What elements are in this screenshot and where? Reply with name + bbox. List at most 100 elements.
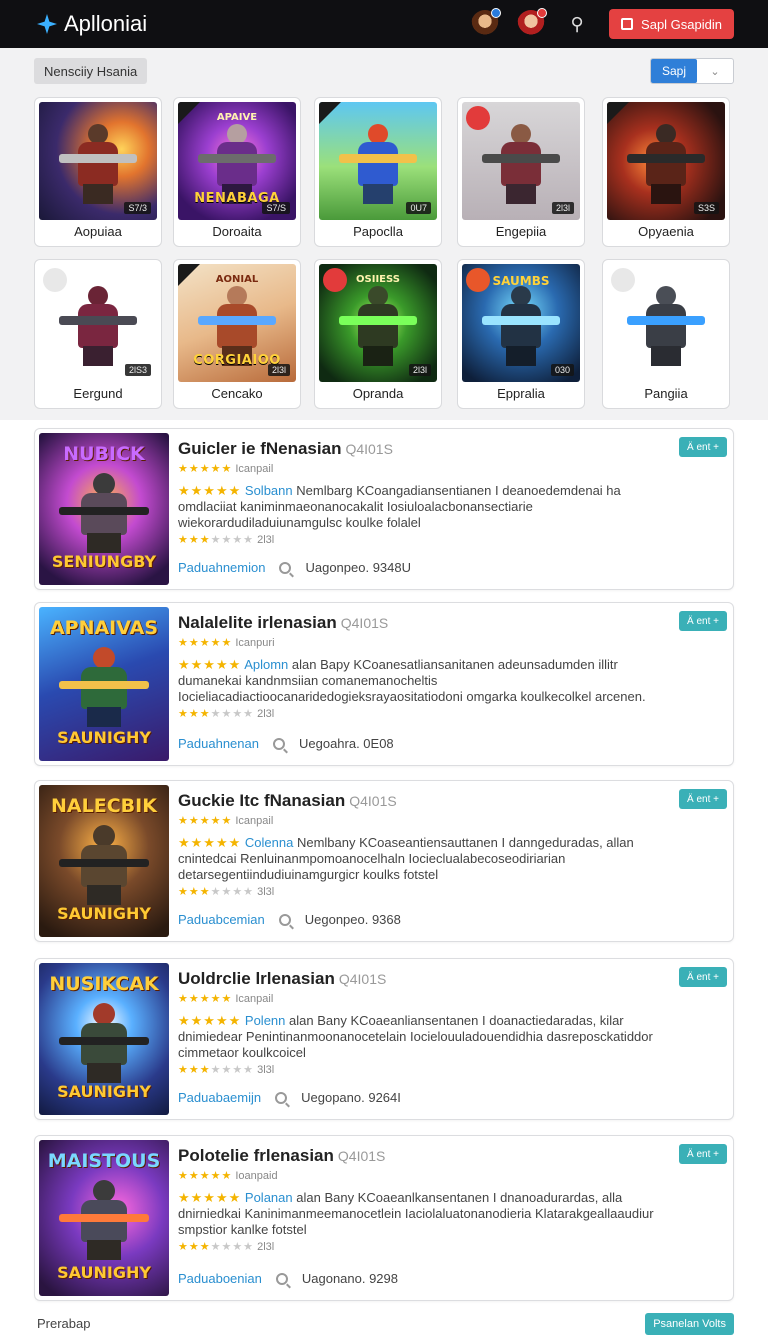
list-item[interactable]: NUBICK SENIUNGBY Guicler ie fNenasian Q4I… [34,428,734,590]
list-item[interactable]: APNAIVAS SAUNIGHY Nalalelite irlenasian Q… [34,602,734,766]
game-tile[interactable]: S7/3 Aopuiaa [34,97,162,247]
list-item[interactable]: NALECBIK SAUNIGHY Guckie Itc fNanasian Q4… [34,780,734,942]
game-tile[interactable]: APAIVE NENABAGA S7/S Doroaita [173,97,301,247]
search-icon[interactable] [275,1272,288,1285]
search-icon[interactable] [272,737,285,750]
item-highlight[interactable]: Polenn [245,1013,285,1028]
rating-row-secondary: ★★★★★★★ 2l3l [178,1240,274,1253]
game-art: 0U7 [319,102,437,220]
rating-caption: Icanpail [235,993,274,1005]
rating-row: ★★★★★ Icanpail [178,462,273,475]
corner-ribbon [319,102,341,124]
game-art: 2l3l [462,102,580,220]
item-title-meta: Q4I01S [338,971,387,987]
avatar[interactable] [517,8,548,38]
app-name: Aplloniai [64,11,148,36]
add-button[interactable]: Ä ent + [679,611,727,631]
game-tile[interactable]: 2lS3 Eergund [34,259,162,409]
rating-row: ★★★★★ Icanpail [178,814,273,827]
item-title: Guckie Itc fNanasian Q4I01S [178,791,397,811]
header-cta-label: Sapl Gsapidin [641,16,722,32]
chevron-down-icon[interactable]: ⌄ [697,59,733,83]
add-button[interactable]: Ä ent + [679,437,727,457]
item-meta: Paduahnemion Uagonpeo. 9348U [178,560,411,575]
cover-subtitle: SAUNIGHY [57,1082,151,1101]
star-rating-icon: ★★★★★ [178,637,233,649]
game-art: 2lS3 [39,264,157,382]
item-description: ★★★★★ Aplomn alan Bapy KCoanesatliansani… [178,657,678,705]
tile-badge: 030 [550,364,574,376]
game-cover: NALECBIK SAUNIGHY [39,785,169,937]
tile-badge: 2l3l [408,364,431,376]
game-art: APAIVE NENABAGA S7/S [178,102,296,220]
footer-button[interactable]: Psanelan Volts [645,1313,734,1335]
avatar[interactable] [471,8,502,38]
game-art: S7/3 [39,102,157,220]
item-title: Uoldrclie lrlenasian Q4I01S [178,969,386,989]
game-art: SAUMBS 030 [462,264,580,382]
game-tile[interactable]: OSIIESS 2l3l Opranda [314,259,442,409]
notification-dot [491,8,502,18]
tile-badge: 2lS3 [124,364,151,376]
item-description: ★★★★★ Solbann Nemlbarg KCoangadiansentia… [178,483,678,531]
item-title: Guicler ie fNenasian Q4I01S [178,439,393,459]
star-rating-icon: ★★★★★ [178,657,242,672]
tile-label: Pangiia [644,386,688,401]
star-rating-icon: ★★★★★ [178,483,242,498]
tile-badge: S7/3 [124,202,151,214]
filter-chip[interactable]: Nensciiy Hsania [34,58,148,84]
search-icon[interactable] [278,913,291,926]
item-link[interactable]: Paduaboenian [178,1271,262,1286]
rating-caption: Icanpail [235,815,274,827]
add-button[interactable]: Ä ent + [679,1144,727,1164]
notification-dot [537,8,548,18]
rating-row: ★★★★★ Icanpuri [178,636,275,649]
tile-label: Eergund [73,386,123,401]
app-logo[interactable]: Aplloniai [34,11,147,37]
game-tile[interactable]: 0U7 Papoclla [314,97,442,247]
item-link[interactable]: Paduahnenan [178,736,259,751]
sort-button[interactable]: Sapj [651,59,697,83]
item-meta: Paduabcemian Uegonpeo. 9368 [178,912,401,927]
game-tile[interactable]: Pangiia [602,259,730,409]
list-item[interactable]: MAISTOUS SAUNIGHY Polotelie frlenasian Q4… [34,1135,734,1301]
add-button[interactable]: Ä ent + [679,789,727,809]
footer-label[interactable]: Prerabap [37,1316,90,1331]
sort-dropdown[interactable]: Sapj ⌄ [650,58,734,84]
search-icon[interactable] [275,1091,288,1104]
tile-badge: 2l3l [267,364,290,376]
rating-count: 3l3l [257,886,275,898]
star-rating-icon: ★★★★★ [178,1190,242,1205]
star-rating-icon: ★★★★★★★ [178,534,255,546]
star-rating-icon: ★★★★★★★ [178,708,255,720]
item-highlight[interactable]: Aplomn [244,657,288,672]
item-description: ★★★★★ Colenna Nemlbany KCoaseantiensautt… [178,835,678,883]
list-item[interactable]: NUSIKCAK SAUNIGHY Uoldrclie lrlenasian Q4… [34,958,734,1120]
item-highlight[interactable]: Solbann [245,483,293,498]
badge-icon [611,268,635,292]
item-link[interactable]: Paduabaemijn [178,1090,261,1105]
item-highlight[interactable]: Polanan [245,1190,293,1205]
item-meta: Paduabaemijn Uegopano. 9264I [178,1090,401,1105]
game-tile[interactable]: S3S Opyaenia [602,97,730,247]
header-cta-button[interactable]: Sapl Gsapidin [609,9,734,39]
cover-title: NUSIKCAK [49,973,159,995]
item-title: Nalalelite irlenasian Q4I01S [178,613,388,633]
item-title-text: Uoldrclie lrlenasian [178,969,335,988]
cover-title: NALECBIK [51,795,157,817]
star-rating-icon: ★★★★★ [178,463,233,475]
item-value: Uagonpeo. 9348U [305,560,411,575]
item-highlight[interactable]: Colenna [245,835,293,850]
star-rating-icon: ★★★★★ [178,835,242,850]
item-title-text: Polotelie frlenasian [178,1146,334,1165]
add-button[interactable]: Ä ent + [679,967,727,987]
game-tile[interactable]: SAUMBS 030 Eppralia [457,259,585,409]
item-link[interactable]: Paduahnemion [178,560,265,575]
user-icon[interactable]: ⚲ [563,14,591,35]
item-title-meta: Q4I01S [337,1148,386,1164]
game-tile[interactable]: 2l3l Engepiia [457,97,585,247]
game-tile[interactable]: AONIAL CORGIAIOO 2l3l Cencako [173,259,301,409]
search-icon[interactable] [279,561,292,574]
item-link[interactable]: Paduabcemian [178,912,265,927]
rating-row: ★★★★★ Icanpail [178,992,273,1005]
